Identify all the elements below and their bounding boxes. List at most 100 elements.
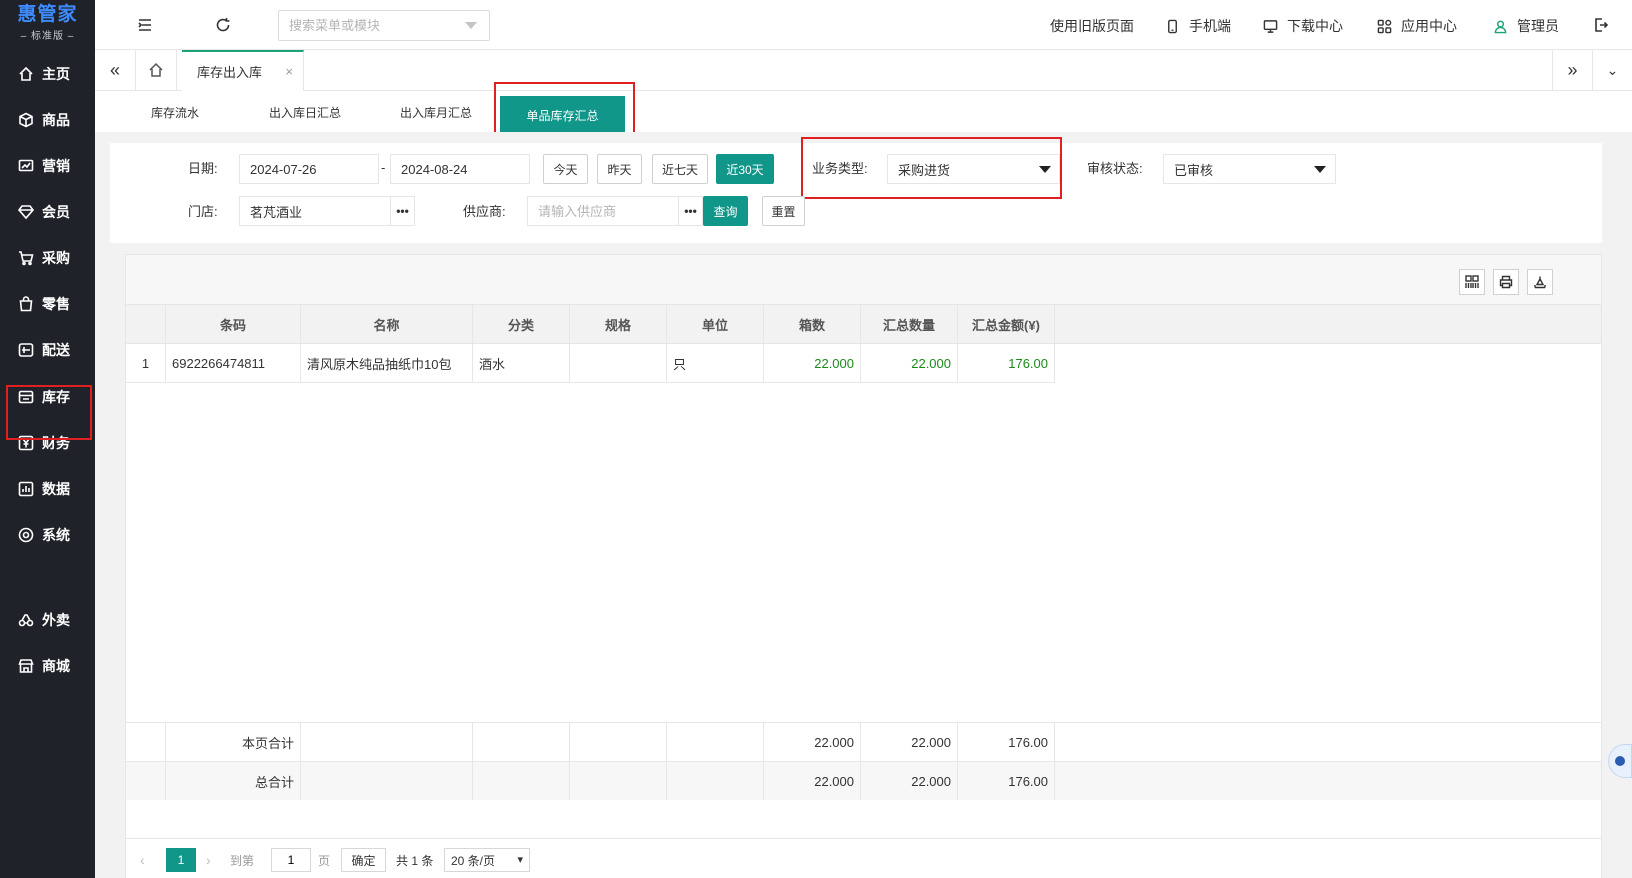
menu-search-input[interactable] bbox=[278, 10, 490, 41]
sidebar-item-label: 零售 bbox=[42, 296, 70, 312]
tab-stock-inout[interactable]: 库存出入库 × bbox=[182, 50, 304, 91]
header-category[interactable]: 分类 bbox=[473, 305, 570, 343]
sidebar-item-goods[interactable]: 商品 bbox=[0, 100, 95, 140]
sidebar-item-label: 商品 bbox=[42, 112, 70, 128]
header-spec[interactable]: 规格 bbox=[570, 305, 667, 343]
cart-icon bbox=[18, 250, 34, 266]
subtab-stock-flow[interactable]: 库存流水 bbox=[151, 92, 199, 132]
goto-confirm-button[interactable]: 确定 bbox=[341, 848, 386, 872]
sidebar-item-takeout[interactable]: 外卖 bbox=[0, 600, 95, 640]
goto-label: 到第 bbox=[230, 853, 255, 868]
export-icon[interactable] bbox=[1527, 269, 1553, 295]
date-to-input[interactable] bbox=[390, 154, 530, 184]
audit-status-value: 已审核 bbox=[1174, 162, 1214, 178]
header-unit[interactable]: 单位 bbox=[667, 305, 764, 343]
sidebar-item-retail[interactable]: 零售 bbox=[0, 284, 95, 324]
close-icon[interactable]: × bbox=[285, 64, 293, 79]
grand-total-row: 总合计 22.000 22.000 176.00 bbox=[126, 761, 1601, 800]
page-number-current[interactable]: 1 bbox=[166, 848, 196, 872]
grand-total-amount: 176.00 bbox=[958, 762, 1055, 800]
goto-page-input[interactable] bbox=[271, 848, 311, 872]
grand-total-label: 总合计 bbox=[166, 762, 301, 800]
page-size-select[interactable]: 20 条/页 ▾ bbox=[444, 848, 530, 872]
brand-logo[interactable]: 惠管家 – 标准版 – bbox=[0, 0, 95, 46]
mobile-link[interactable]: 手机端 bbox=[1165, 16, 1231, 36]
page-total-boxes: 22.000 bbox=[764, 723, 861, 761]
prev-page-icon[interactable]: ‹ bbox=[140, 848, 145, 872]
old-version-link[interactable]: 使用旧版页面 bbox=[1050, 16, 1134, 36]
store-input[interactable] bbox=[239, 196, 391, 226]
page-total-amount: 176.00 bbox=[958, 723, 1055, 761]
table-toolbar bbox=[126, 255, 1601, 305]
header-filler bbox=[1055, 305, 1601, 344]
download-center-link[interactable]: 下载中心 bbox=[1263, 16, 1343, 36]
store-picker-button[interactable]: ••• bbox=[391, 196, 415, 226]
box-icon bbox=[18, 112, 34, 128]
tabs-scroll-right-icon[interactable]: » bbox=[1552, 50, 1592, 90]
page-total-label: 本页合计 bbox=[166, 723, 301, 761]
sum-index bbox=[126, 723, 166, 761]
yesterday-button[interactable]: 昨天 bbox=[597, 154, 642, 184]
supplier-input[interactable] bbox=[527, 196, 679, 226]
home-icon bbox=[18, 66, 34, 82]
bar-chart-icon bbox=[18, 481, 34, 497]
reset-button[interactable]: 重置 bbox=[762, 196, 805, 226]
sidebar-item-data[interactable]: 数据 bbox=[0, 469, 95, 509]
chart-icon bbox=[18, 158, 34, 174]
subtab-daily-summary[interactable]: 出入库日汇总 bbox=[269, 92, 341, 132]
chevron-down-icon[interactable] bbox=[1314, 166, 1326, 173]
supplier-picker-button[interactable]: ••• bbox=[679, 196, 703, 226]
chevron-down-icon: ▾ bbox=[517, 854, 523, 866]
header-boxes[interactable]: 箱数 bbox=[764, 305, 861, 343]
chevron-down-icon[interactable] bbox=[465, 22, 477, 29]
chevron-down-icon[interactable]: ⌄ bbox=[1592, 50, 1632, 90]
sum-category bbox=[473, 723, 570, 761]
grand-total-qty: 22.000 bbox=[861, 762, 958, 800]
total-count: 共 1 条 bbox=[396, 853, 434, 868]
columns-icon[interactable] bbox=[1459, 269, 1485, 295]
header-amount[interactable]: 汇总金额(¥) bbox=[958, 305, 1055, 343]
store-label: 门店: bbox=[188, 204, 218, 219]
today-button[interactable]: 今天 bbox=[543, 154, 588, 184]
highlight-box bbox=[801, 137, 1062, 199]
sidebar-item-marketing[interactable]: 营销 bbox=[0, 146, 95, 186]
header-qty[interactable]: 汇总数量 bbox=[861, 305, 958, 343]
grand-total-boxes: 22.000 bbox=[764, 762, 861, 800]
print-icon[interactable] bbox=[1493, 269, 1519, 295]
tabs-scroll-left-icon[interactable]: « bbox=[95, 50, 135, 90]
diamond-icon bbox=[18, 204, 34, 220]
row-category: 酒水 bbox=[473, 344, 570, 382]
brand-edition: – 标准版 – bbox=[20, 30, 75, 42]
table-row[interactable]: 1 6922266474811 清风原木纯品抽纸巾10包 酒水 只 22.000… bbox=[126, 344, 1055, 383]
filter-panel: 日期: - 今天 昨天 近七天 近30天 业务类型: 采购进货 审核状态: 已审… bbox=[110, 137, 1602, 243]
app-center-link[interactable]: 应用中心 bbox=[1377, 16, 1457, 36]
page-total-row: 本页合计 22.000 22.000 176.00 bbox=[126, 722, 1601, 761]
sidebar-item-system[interactable]: 系统 bbox=[0, 515, 95, 555]
user-menu[interactable]: 管理员 bbox=[1493, 16, 1559, 36]
sidebar-item-home[interactable]: 主页 bbox=[0, 54, 95, 94]
menu-toggle-icon[interactable] bbox=[135, 15, 155, 35]
sidebar-item-mall[interactable]: 商城 bbox=[0, 646, 95, 686]
sidebar-item-delivery[interactable]: 配送 bbox=[0, 330, 95, 370]
row-unit: 只 bbox=[667, 344, 764, 382]
sidebar-item-label: 主页 bbox=[42, 66, 70, 82]
subtab-monthly-summary[interactable]: 出入库月汇总 bbox=[400, 92, 472, 132]
logout-icon[interactable] bbox=[1591, 15, 1611, 35]
bag-icon bbox=[18, 296, 34, 312]
home-tab[interactable] bbox=[135, 50, 177, 90]
header-name[interactable]: 名称 bbox=[301, 305, 473, 343]
refresh-icon[interactable] bbox=[213, 15, 233, 35]
date-from-input[interactable] bbox=[239, 154, 379, 184]
page-unit-label: 页 bbox=[318, 853, 331, 868]
next-page-icon[interactable]: › bbox=[206, 848, 211, 872]
active-highlight-box bbox=[6, 385, 92, 440]
apps-label: 应用中心 bbox=[1401, 18, 1457, 34]
last-30-days-button[interactable]: 近30天 bbox=[716, 154, 774, 184]
header-barcode[interactable]: 条码 bbox=[166, 305, 301, 343]
sidebar-item-purchase[interactable]: 采购 bbox=[0, 238, 95, 278]
sidebar-item-member[interactable]: 会员 bbox=[0, 192, 95, 232]
last-7-days-button[interactable]: 近七天 bbox=[652, 154, 708, 184]
audit-status-select[interactable]: 已审核 bbox=[1163, 154, 1336, 184]
sum-category bbox=[473, 762, 570, 800]
query-button[interactable]: 查询 bbox=[703, 196, 748, 226]
